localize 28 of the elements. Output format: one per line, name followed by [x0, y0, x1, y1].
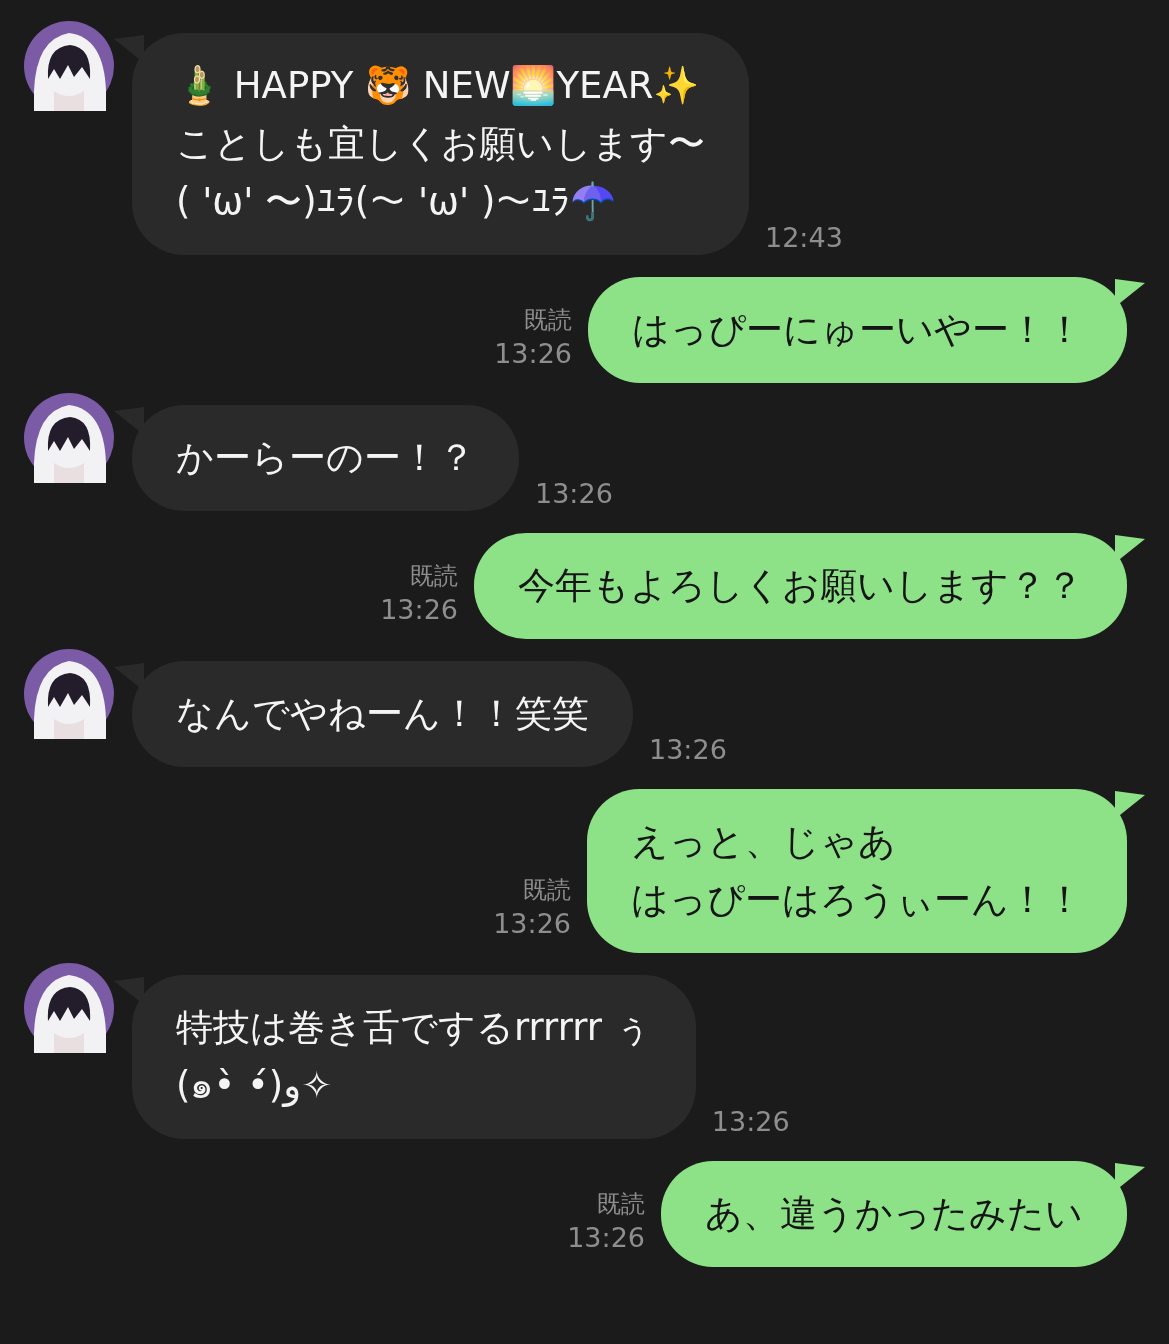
message-text: かーらーのー！？ [176, 435, 475, 481]
message-time: 13:26 [494, 337, 572, 371]
message-text: あ、違うかったみたい [705, 1191, 1083, 1237]
message-text: (๑•̀ •́)و✧ [176, 1063, 334, 1109]
message-time: 13:26 [493, 907, 571, 941]
message-text: なんでやねーん！！笑笑 [176, 691, 589, 737]
message-time: 12:43 [765, 221, 843, 255]
message-text: ( 'ω' 〜)ﾕﾗ(〜 'ω' )〜ﾕﾗ☂ [176, 179, 618, 225]
message-text: 特技は巻き舌でするrrrrrr ぅ [176, 1005, 652, 1051]
read-receipt: 既読 [523, 875, 571, 906]
message-time: 13:26 [567, 1221, 645, 1255]
message-text: はっぴーはろうぃーん！！ [631, 877, 1083, 923]
avatar[interactable] [24, 649, 114, 739]
message-time: 13:26 [711, 1105, 790, 1139]
message-text: 今年もよろしくお願いします？？ [518, 563, 1083, 609]
message-time: 13:26 [649, 733, 727, 767]
message-time: 13:26 [380, 593, 458, 627]
avatar[interactable] [24, 21, 114, 111]
message-text: えっと、じゃあ [631, 819, 897, 865]
message-text: ことしも宜しくお願いします〜 [176, 121, 705, 167]
message-time: 13:26 [535, 477, 613, 511]
read-receipt: 既読 [410, 561, 458, 592]
read-receipt: 既読 [524, 305, 572, 336]
message-text: 🎍 HAPPY 🐯 NEW🌅YEAR✨ [176, 63, 701, 109]
message-text: はっぴーにゅーいやー！！ [632, 307, 1083, 353]
avatar[interactable] [24, 393, 114, 483]
read-receipt: 既読 [597, 1189, 645, 1220]
avatar[interactable] [24, 963, 114, 1053]
